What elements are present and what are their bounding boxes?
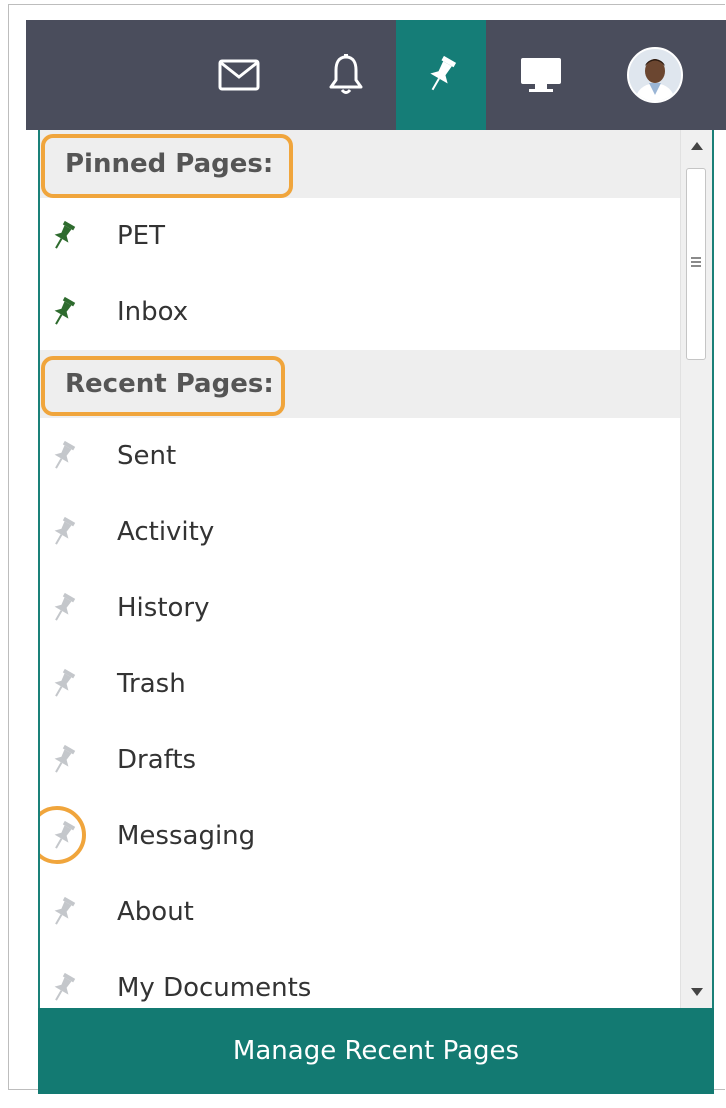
list-item-label: PET <box>117 221 165 251</box>
mail-icon[interactable] <box>214 20 264 130</box>
unpinned-pin-icon[interactable] <box>48 666 78 702</box>
list-item-label: Sent <box>117 441 177 471</box>
list-item-label: Inbox <box>117 297 189 327</box>
list-item-label: My Documents <box>117 973 312 1003</box>
top-navigation-bar <box>26 20 726 130</box>
pinned-item-inbox[interactable]: Inbox <box>40 274 682 350</box>
list-item-label: Messaging <box>117 821 256 851</box>
scrollbar-grip-icon <box>691 257 701 269</box>
pinned-pin-icon[interactable] <box>48 218 78 254</box>
unpinned-pin-icon[interactable] <box>48 590 78 626</box>
list-item-label: History <box>117 593 210 623</box>
recent-item-drafts[interactable]: Drafts <box>40 722 682 798</box>
recent-item-sent[interactable]: Sent <box>40 418 682 494</box>
list-item-label: Drafts <box>117 745 197 775</box>
scrollbar-thumb[interactable] <box>686 168 706 360</box>
manage-recent-pages-button[interactable]: Manage Recent Pages <box>38 1008 714 1094</box>
desktop-icon[interactable] <box>516 20 566 130</box>
pin-icon[interactable] <box>396 20 486 130</box>
recent-item-about[interactable]: About <box>40 874 682 950</box>
bell-icon[interactable] <box>321 20 371 130</box>
unpinned-pin-icon[interactable] <box>48 438 78 474</box>
recent-pages-highlight <box>41 356 285 416</box>
unpinned-pin-icon[interactable] <box>48 514 78 550</box>
pinned-item-pet[interactable]: PET <box>40 198 682 274</box>
pinned-pages-highlight <box>41 134 293 198</box>
recent-item-trash[interactable]: Trash <box>40 646 682 722</box>
recent-item-messaging[interactable]: Messaging <box>40 798 682 874</box>
list-item-label: Trash <box>117 669 186 699</box>
list-item-label: About <box>117 897 194 927</box>
scroll-up-arrow-icon[interactable] <box>681 132 712 160</box>
pinned-pin-icon[interactable] <box>48 294 78 330</box>
unpinned-pin-icon[interactable] <box>48 970 78 1006</box>
unpinned-pin-icon[interactable] <box>48 742 78 778</box>
recent-item-my-documents[interactable]: My Documents <box>40 950 682 1008</box>
unpinned-pin-icon[interactable] <box>48 894 78 930</box>
recent-item-history[interactable]: History <box>40 570 682 646</box>
scroll-down-arrow-icon[interactable] <box>681 978 712 1006</box>
list-item-label: Activity <box>117 517 215 547</box>
avatar <box>627 47 683 103</box>
recent-item-activity[interactable]: Activity <box>40 494 682 570</box>
recent-pages-panel: Pinned Pages: PET Inbox Recent Pages: Se… <box>38 130 714 1008</box>
user-avatar[interactable] <box>624 20 686 130</box>
vertical-scrollbar[interactable] <box>680 130 712 1008</box>
